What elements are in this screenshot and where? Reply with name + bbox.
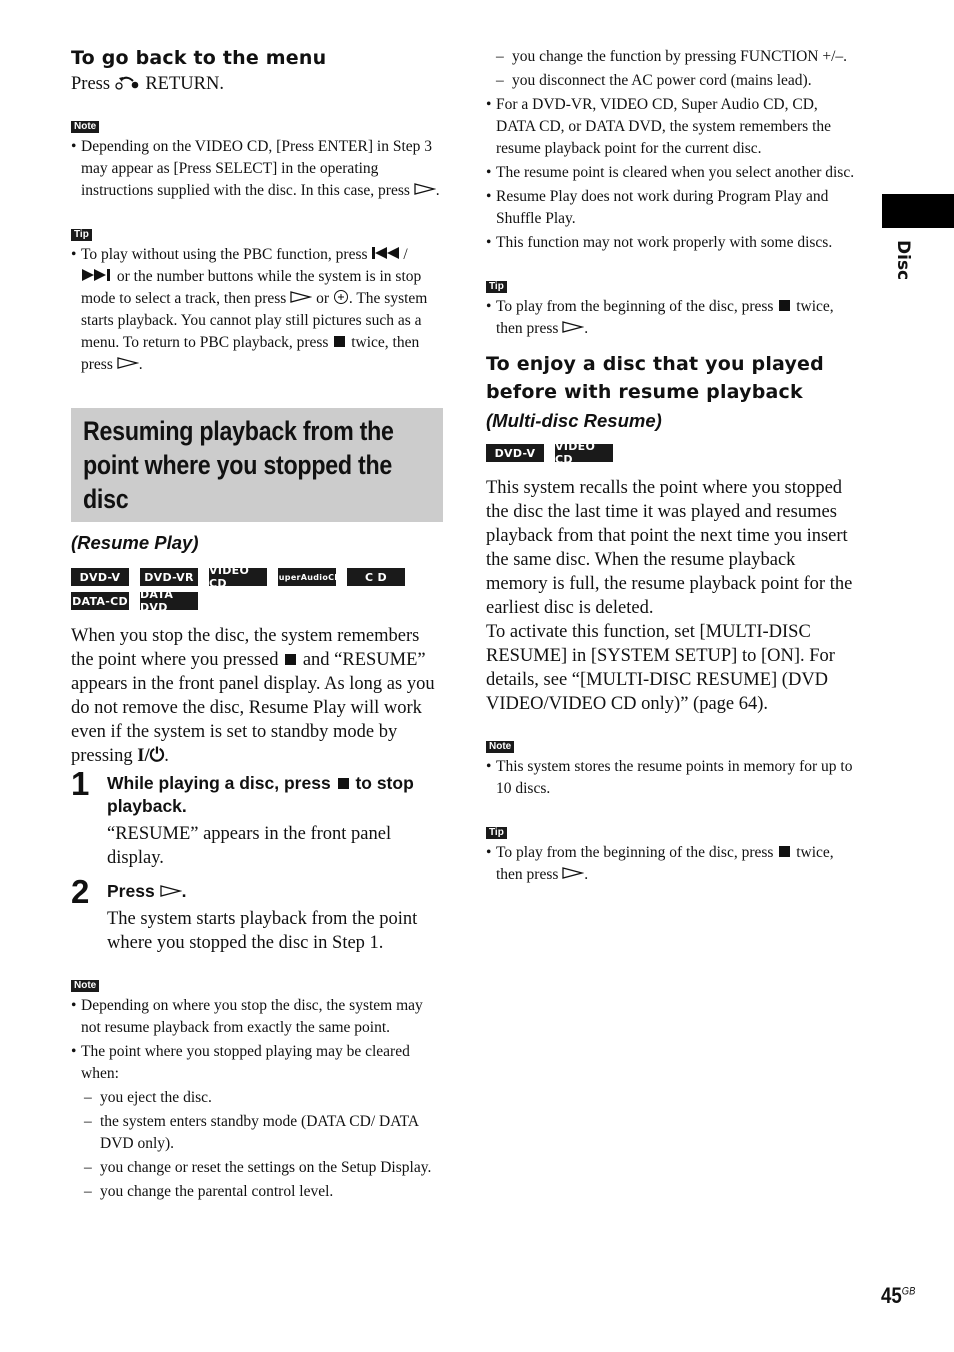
section-banner: Resuming playback from the point where y… xyxy=(71,408,443,522)
play-icon xyxy=(159,885,182,897)
back-to-menu-instruction: Press RETURN. xyxy=(71,74,224,94)
play-icon xyxy=(414,183,436,195)
tip-list: To play without using the PBC function, … xyxy=(71,244,443,376)
tip-item: To play without using the PBC function, … xyxy=(71,244,443,376)
badge-super-audio-cd: SuperAudioCD xyxy=(273,568,341,586)
left-column: To go back to the menu Press RETURN. Not… xyxy=(71,44,443,1205)
dash-item: you change the parental control level. xyxy=(71,1181,443,1203)
stop-icon xyxy=(779,300,791,311)
badge-dvd-v: DVD-V xyxy=(71,568,129,586)
notes-continued-list: For a DVD-VR, VIDEO CD, Super Audio CD, … xyxy=(486,94,856,254)
note-item: Depending on the VIDEO CD, [Press ENTER]… xyxy=(71,136,443,202)
section-title: Resuming playback from the point where y… xyxy=(83,416,394,514)
badge-data-cd: DATA-CD xyxy=(71,592,129,610)
note-list: Depending on where you stop the disc, th… xyxy=(71,995,443,1203)
note-item: The point where you stopped playing may … xyxy=(71,1041,443,1203)
multi-disc-subtitle: (Multi-disc Resume) xyxy=(486,410,662,431)
note-label: Note xyxy=(71,980,100,992)
return-icon xyxy=(115,76,138,90)
note-item: Depending on where you stop the disc, th… xyxy=(71,995,443,1039)
previous-icon xyxy=(372,247,400,259)
right-column: you change the function by pressing FUNC… xyxy=(486,44,856,888)
step-title: While playing a disc, press to stop play… xyxy=(107,773,414,816)
note-list: Depending on the VIDEO CD, [Press ENTER]… xyxy=(71,136,443,202)
step-title: Press . xyxy=(107,881,187,901)
section-tab-label: Disc xyxy=(893,240,913,281)
step-number: 1 xyxy=(71,765,90,802)
dash-item: you disconnect the AC power cord (mains … xyxy=(483,70,856,92)
tip-list: To play from the beginning of the disc, … xyxy=(486,842,856,886)
note-item: The resume point is cleared when you sel… xyxy=(486,162,856,184)
section-subtitle: (Resume Play) xyxy=(71,532,199,553)
tip-label: Tip xyxy=(486,827,507,839)
note-label: Note xyxy=(486,741,515,753)
play-icon xyxy=(562,321,585,333)
tip-item: To play from the beginning of the disc, … xyxy=(486,842,856,886)
section-tab-marker xyxy=(882,194,954,228)
enter-icon xyxy=(333,290,348,304)
play-icon xyxy=(290,291,313,303)
badge-video-cd: VIDEO CD xyxy=(555,440,613,466)
multi-disc-activation: To activate this function, set [MULTI-DI… xyxy=(486,622,835,714)
step-description: “RESUME” appears in the front panel disp… xyxy=(107,824,392,868)
page-number: 45GB xyxy=(881,1283,916,1308)
tip-label: Tip xyxy=(486,281,507,293)
disc-type-badges: DVD-V VIDEO CD xyxy=(486,440,836,466)
stop-icon xyxy=(285,654,297,665)
note-item: This function may not work properly with… xyxy=(486,232,856,254)
step-2: 2 Press . The system starts playback fro… xyxy=(71,874,443,955)
note-list: This system stores the resume points in … xyxy=(486,756,856,800)
note-item: This system stores the resume points in … xyxy=(486,756,856,800)
badge-data-dvd: DATA DVD xyxy=(140,588,198,614)
clear-conditions-list: you eject the disc. the system enters st… xyxy=(71,1087,443,1203)
note-item: For a DVD-VR, VIDEO CD, Super Audio CD, … xyxy=(486,94,856,160)
back-to-menu-heading: To go back to the menu xyxy=(71,47,327,69)
next-icon xyxy=(82,269,110,281)
tip-item: To play from the beginning of the disc, … xyxy=(486,296,856,340)
tip-label: Tip xyxy=(71,229,92,241)
dash-item: you change or reset the settings on the … xyxy=(71,1157,443,1179)
power-icon: I/⏻ xyxy=(137,746,165,766)
multi-disc-heading: To enjoy a disc that you played before w… xyxy=(486,353,824,403)
step-number: 2 xyxy=(71,873,90,910)
dash-item: you eject the disc. xyxy=(71,1087,443,1109)
stop-icon xyxy=(779,846,791,857)
play-icon xyxy=(562,867,585,879)
badge-dvd-vr: DVD-VR xyxy=(140,568,198,586)
step-1: 1 While playing a disc, press to stop pl… xyxy=(71,766,443,870)
disc-type-badges: DVD-V DVD-VR VIDEO CD SuperAudioCD C D D… xyxy=(71,564,421,614)
badge-dvd-v: DVD-V xyxy=(486,444,544,462)
badge-video-cd: VIDEO CD xyxy=(209,564,267,590)
dash-item: the system enters standby mode (DATA CD/… xyxy=(71,1111,443,1155)
stop-icon xyxy=(334,336,346,347)
intro-paragraph: When you stop the disc, the system remem… xyxy=(71,626,435,766)
multi-disc-paragraph: This system recalls the point where you … xyxy=(486,478,853,618)
page-suffix: GB xyxy=(901,1285,916,1298)
dash-item: you change the function by pressing FUNC… xyxy=(483,46,856,68)
play-icon xyxy=(117,357,139,369)
step-description: The system starts playback from the poin… xyxy=(107,909,418,953)
continued-conditions-list: you change the function by pressing FUNC… xyxy=(483,46,856,92)
note-label: Note xyxy=(71,121,100,133)
stop-icon xyxy=(337,778,349,789)
tip-list: To play from the beginning of the disc, … xyxy=(486,296,856,340)
note-item: Resume Play does not work during Program… xyxy=(486,186,856,230)
badge-cd: C D xyxy=(347,568,405,586)
